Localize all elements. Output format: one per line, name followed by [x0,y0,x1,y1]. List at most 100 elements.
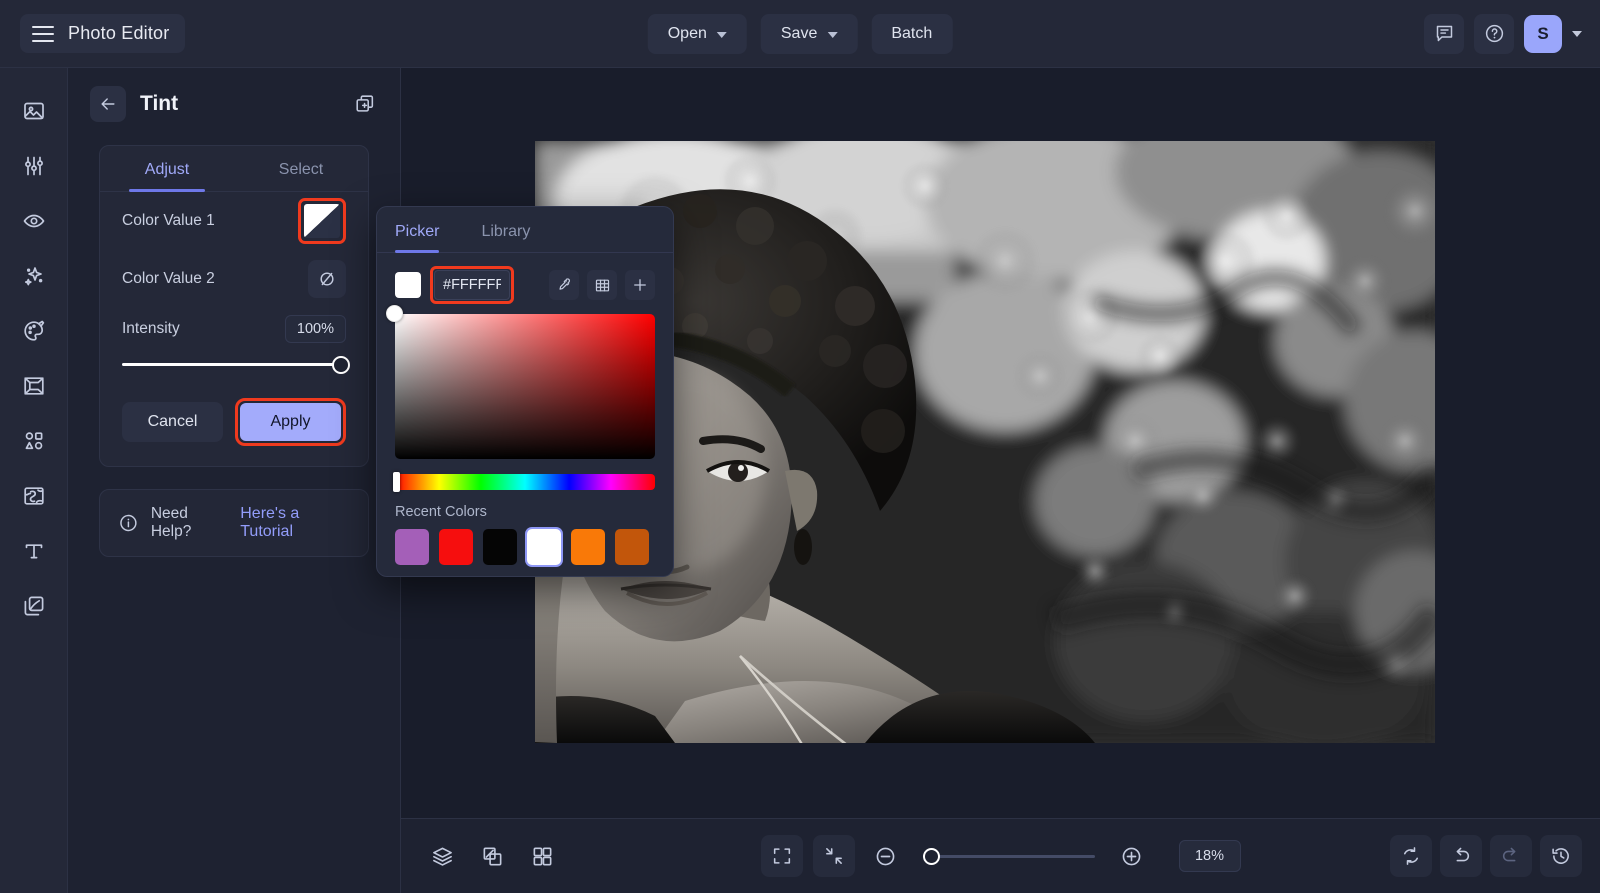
undo-button[interactable] [1440,835,1482,877]
recent-color-swatch[interactable] [439,529,473,565]
open-button[interactable]: Open [647,13,747,54]
cancel-button[interactable]: Cancel [122,402,223,442]
open-label: Open [667,24,707,42]
sidebar-item-texture[interactable] [11,473,57,519]
tab-picker[interactable]: Picker [395,207,440,253]
recent-color-swatch-selected[interactable] [527,529,561,565]
chevron-down-icon [827,31,838,38]
shrink-button[interactable] [812,835,855,877]
layers-icon [432,847,452,866]
feedback-button[interactable] [1424,13,1464,54]
add-color-button[interactable] [625,270,655,300]
sidebar-item-color[interactable] [11,308,57,354]
top-right-actions: S [1424,13,1582,54]
app-menu-button[interactable]: Photo Editor [20,14,186,53]
sidebar-item-text[interactable] [11,528,57,574]
frame-icon [23,377,44,395]
sidebar-item-adjust[interactable] [11,143,57,189]
grid-view-button[interactable] [521,835,563,877]
compare-button[interactable] [471,835,513,877]
comment-icon [1436,25,1452,42]
fit-screen-icon [773,848,790,864]
zoom-value[interactable]: 18% [1178,840,1241,872]
reset-button[interactable] [1390,835,1432,877]
account-chevron-down-icon[interactable] [1572,30,1582,37]
zoom-slider[interactable] [922,846,1095,866]
saturation-value-area[interactable] [386,305,655,459]
back-button[interactable] [90,86,126,122]
tab-select[interactable]: Select [234,146,368,191]
color-value-1-swatch[interactable] [304,204,340,238]
sidebar-item-overlay[interactable] [11,583,57,629]
tab-library[interactable]: Library [481,207,530,252]
help-button[interactable] [1474,13,1514,54]
color-value-1-row: Color Value 1 [100,192,368,250]
zoom-controls: 18% [760,835,1241,877]
tab-select-label: Select [278,161,324,178]
add-icon [634,279,646,291]
palette-grid-button[interactable] [587,270,617,300]
zoom-in-icon [1122,847,1141,865]
color-picker-tabs: Picker Library [377,207,673,253]
save-label: Save [780,24,818,42]
intensity-slider-handle[interactable] [332,356,350,374]
batch-label: Batch [891,24,933,42]
tutorial-link[interactable]: Here's a Tutorial [240,505,350,541]
batch-button[interactable]: Batch [871,13,953,54]
duplicate-button[interactable] [348,87,382,121]
sidebar-item-retouch[interactable] [11,198,57,244]
grid-icon [595,279,609,291]
left-tool-rail [0,68,68,893]
intensity-row: Intensity 100% [100,308,368,350]
help-text: Need Help? [150,505,192,540]
intensity-value[interactable]: 100% [284,315,346,343]
tint-panel: Tint Adjust Select Color Value 1 Color V… [68,68,401,893]
recent-color-swatch[interactable] [395,529,429,565]
save-button[interactable]: Save [760,13,858,54]
sidebar-item-effects[interactable] [11,253,57,299]
hue-slider-handle[interactable] [393,472,400,492]
avatar[interactable]: S [1524,14,1562,53]
layers-button[interactable] [421,835,463,877]
zoom-in-button[interactable] [1111,835,1153,877]
undo-icon [1456,847,1470,862]
intensity-label: Intensity [122,320,180,337]
redo-icon [1502,847,1516,862]
help-tutorial-banner[interactable]: Need Help? Here's a Tutorial [99,489,369,557]
recent-color-swatch[interactable] [615,529,649,565]
apply-button[interactable]: Apply [240,403,341,441]
recent-color-swatch[interactable] [483,529,517,565]
recent-colors-label: Recent Colors [395,504,487,520]
color-value-1-label: Color Value 1 [122,212,215,229]
history-button[interactable] [1540,835,1582,877]
color-picker-popup: Picker Library #FFFFFF Recent Colors [376,206,674,577]
sidebar-item-frame[interactable] [11,363,57,409]
hex-input[interactable] [434,270,510,300]
chevron-down-icon [716,31,727,38]
redo-button[interactable] [1490,835,1532,877]
intensity-slider[interactable] [100,350,368,384]
sidebar-item-image[interactable] [11,88,57,134]
hamburger-icon [32,25,54,42]
shrink-icon [825,848,842,864]
eyedropper-button[interactable] [549,270,579,300]
hue-slider[interactable] [393,472,655,492]
hex-input-highlight [430,266,514,304]
recent-color-swatch[interactable] [571,529,605,565]
tab-adjust[interactable]: Adjust [100,146,234,192]
color-picker-tools [549,270,655,300]
zoom-out-button[interactable] [865,835,907,877]
text-icon [25,544,42,559]
top-center-actions: Open Save Batch [647,13,953,54]
saturation-value-handle[interactable] [386,305,403,322]
zoom-slider-handle[interactable] [922,847,940,865]
panel-tabs: Adjust Select [100,146,368,192]
bottom-toolbar: 18% [401,818,1600,893]
palette-icon [23,320,44,341]
app-title: Photo Editor [68,23,170,43]
sidebar-item-shapes[interactable] [11,418,57,464]
sliders-icon [24,156,43,176]
fit-screen-button[interactable] [760,835,803,877]
color-value-2-swatch[interactable] [308,260,346,298]
color-value-2-label: Color Value 2 [122,270,215,287]
